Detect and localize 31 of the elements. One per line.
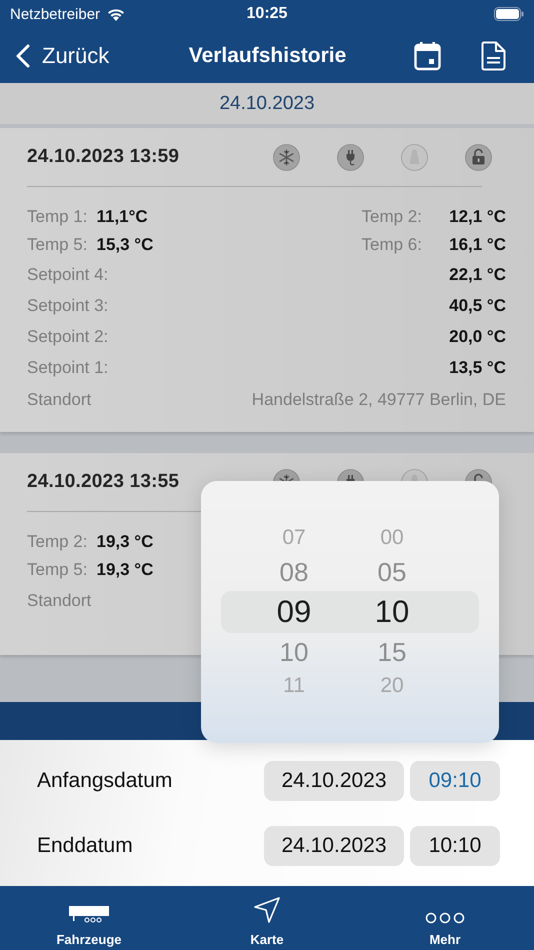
reading-label: Temp 5: xyxy=(27,235,88,255)
setpoint-value: 40,5 °C xyxy=(449,296,506,316)
reading-label: Temp 2: xyxy=(362,207,422,227)
setpoint-value: 13,5 °C xyxy=(449,358,506,378)
reading-label: Temp 6: xyxy=(362,235,422,255)
location-label: Standort xyxy=(27,590,92,610)
clock-time: 10:25 xyxy=(246,5,288,23)
reading-value: 11,1°C xyxy=(96,207,148,227)
setpoint-value: 22,1 °C xyxy=(449,264,506,284)
reading-value: 16,1 °C xyxy=(449,235,506,255)
entry-timestamp: 24.10.2023 13:59 xyxy=(27,146,180,168)
entry-timestamp: 24.10.2023 13:55 xyxy=(27,471,180,493)
range-label: Enddatum xyxy=(37,834,133,858)
reading-value: 19,3 °C xyxy=(96,560,154,580)
reading-label: Temp 2: xyxy=(27,532,88,552)
reading-value: 15,3 °C xyxy=(96,235,154,255)
location-label: Standort xyxy=(27,390,92,410)
range-label: Anfangsdatum xyxy=(37,768,172,792)
reading-value: 19,3 °C xyxy=(96,532,154,552)
reading-label: Temp 1: xyxy=(27,207,88,227)
setpoint-label: Setpoint 4: xyxy=(27,264,108,284)
setpoint-label: Setpoint 2: xyxy=(27,326,108,346)
setpoint-value: 20,0 °C xyxy=(449,326,506,346)
date-section-header: 24.10.2023 xyxy=(0,83,534,124)
carrier-name: Netzbetreiber xyxy=(10,6,100,22)
screen-title: Verlaufshistorie xyxy=(188,44,348,68)
reading-label: Temp 5: xyxy=(27,560,88,580)
reading-value: 12,1 °C xyxy=(449,207,506,227)
location-address: Handelstraße 2, 49777 Berlin, DE xyxy=(252,390,506,410)
setpoint-label: Setpoint 3: xyxy=(27,296,108,316)
setpoint-label: Setpoint 1: xyxy=(27,358,108,378)
